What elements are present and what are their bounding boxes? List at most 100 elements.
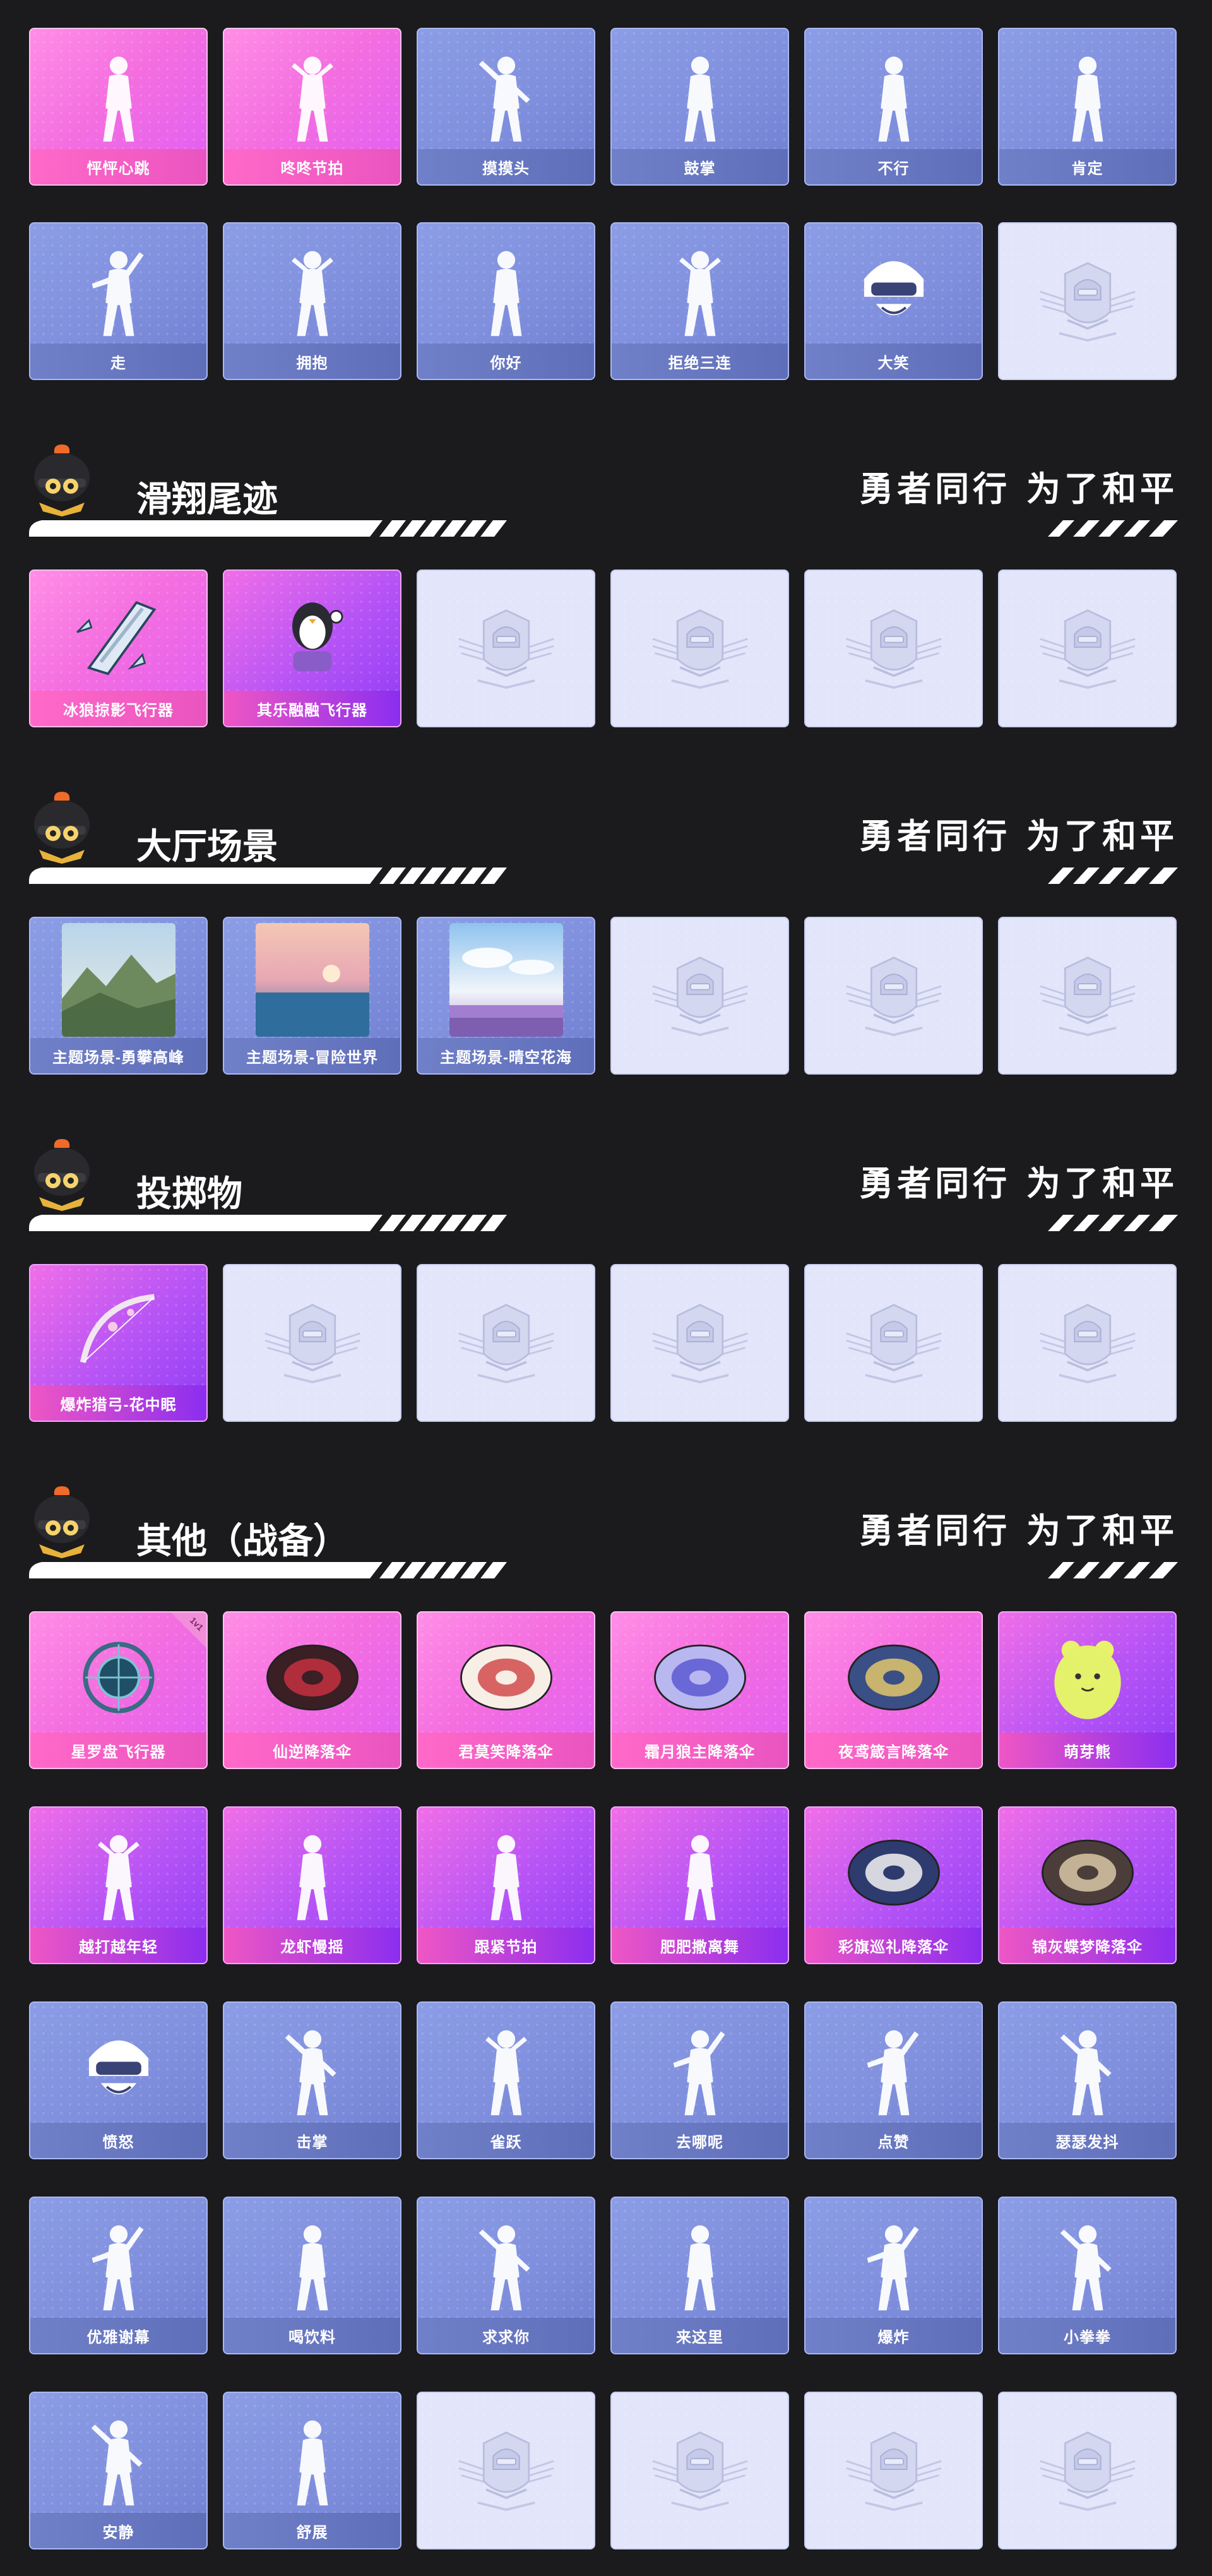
reward-item-card[interactable]: 君莫笑降落伞 xyxy=(417,1611,595,1769)
scene-flower-field-thumbnail xyxy=(449,923,563,1037)
reward-item-card[interactable]: 肯定 xyxy=(998,28,1177,186)
reward-item-card[interactable]: 锦灰蝶梦降落伞 xyxy=(998,1806,1177,1964)
locked-slot[interactable] xyxy=(998,569,1177,727)
reward-item-card[interactable]: 彩旗巡礼降落伞 xyxy=(804,1806,983,1964)
locked-slot[interactable] xyxy=(998,222,1177,380)
emote-heartbeat-dance-icon xyxy=(65,43,172,144)
item-label: 彩旗巡礼降落伞 xyxy=(805,1928,982,1963)
emote-figure xyxy=(867,2030,919,2116)
locked-emblem-icon xyxy=(834,1292,954,1393)
locked-slot[interactable] xyxy=(610,1264,789,1422)
item-label: 拥抱 xyxy=(224,343,400,379)
item-grid: 怦怦心跳 咚咚节拍 摸摸头 鼓掌 不行 肯定 走 拥抱 你好 拒绝三连 大笑 xyxy=(29,28,1178,380)
reward-item-card[interactable]: 拥抱 xyxy=(223,222,401,380)
item-label: 拒绝三连 xyxy=(612,343,788,379)
reward-item-card[interactable]: 小拳拳 xyxy=(998,2197,1177,2354)
emote-shiver-icon xyxy=(1034,2017,1141,2118)
reward-item-card[interactable]: 优雅谢幕 xyxy=(29,2197,208,2354)
emote-bow-icon xyxy=(65,2212,172,2313)
locked-slot[interactable] xyxy=(417,1264,595,1422)
parachute-blue-gold-icon xyxy=(840,1626,948,1727)
emote-figure xyxy=(684,2225,715,2311)
item-label: 安静 xyxy=(30,2513,206,2548)
reward-item-card[interactable]: 雀跃 xyxy=(417,2001,595,2159)
item-label: 跟紧节拍 xyxy=(418,1928,594,1963)
locked-emblem-svg xyxy=(458,2431,554,2511)
reward-item-card[interactable]: 去哪呢 xyxy=(610,2001,789,2159)
locked-emblem-icon xyxy=(834,945,954,1046)
emote-sun-hat-dance-icon xyxy=(646,1822,754,1923)
reward-item-card[interactable]: 主题场景-晴空花海 xyxy=(417,917,595,1075)
locked-slot[interactable] xyxy=(998,1264,1177,1422)
reward-item-card[interactable]: 肥肥撒离舞 xyxy=(610,1806,789,1964)
reward-item-card[interactable]: 咚咚节拍 xyxy=(223,28,401,186)
locked-emblem-icon xyxy=(446,2419,566,2520)
reward-item-card[interactable]: 愤怒 xyxy=(29,2001,208,2159)
reward-item-card[interactable]: 爆炸猎弓-花中眠 xyxy=(29,1264,208,1422)
reward-item-card[interactable]: 拒绝三连 xyxy=(610,222,789,380)
reward-item-card[interactable]: 龙虾慢摇 xyxy=(223,1806,401,1964)
locked-slot[interactable] xyxy=(998,917,1177,1075)
locked-emblem-icon xyxy=(640,945,760,1046)
emote-no-icon xyxy=(840,43,948,144)
item-label: 怦怦心跳 xyxy=(30,149,206,184)
reward-item-card[interactable]: 怦怦心跳 xyxy=(29,28,208,186)
item-label: 锦灰蝶梦降落伞 xyxy=(999,1928,1175,1963)
parachute-frost-wolf-icon-svg xyxy=(653,1644,746,1711)
reward-item-card[interactable]: 大笑 xyxy=(804,222,983,380)
reward-item-card[interactable]: 其乐融融飞行器 xyxy=(223,569,401,727)
reward-item-card[interactable]: 主题场景-勇攀高峰 xyxy=(29,917,208,1075)
reward-item-card[interactable]: 主题场景-冒险世界 xyxy=(223,917,401,1075)
reward-item-card[interactable]: 来这里 xyxy=(610,2197,789,2354)
locked-slot[interactable] xyxy=(417,2392,595,2549)
reward-item-card[interactable]: 击掌 xyxy=(223,2001,401,2159)
section-slogan: 勇者同行 为了和平 xyxy=(859,1164,1178,1203)
reward-item-card[interactable]: 走 xyxy=(29,222,208,380)
reward-item-card[interactable]: 不行 xyxy=(804,28,983,186)
locked-emblem-svg xyxy=(845,1304,942,1383)
reward-item-card[interactable]: 1v1 星罗盘飞行器 xyxy=(29,1611,208,1769)
locked-slot[interactable] xyxy=(804,2392,983,2549)
emote-point-go-icon xyxy=(65,237,172,338)
locked-emblem-icon xyxy=(446,1292,566,1393)
locked-slot[interactable] xyxy=(804,1264,983,1422)
reward-item-card[interactable]: 舒展 xyxy=(223,2392,401,2549)
locked-slot[interactable] xyxy=(223,1264,401,1422)
emote-jump-icon xyxy=(453,2017,560,2118)
locked-emblem-icon xyxy=(640,2419,760,2520)
locked-emblem-icon xyxy=(640,1292,760,1393)
reward-item-card[interactable]: 霜月狼主降落伞 xyxy=(610,1611,789,1769)
underline-bar-svg xyxy=(29,520,507,537)
reward-item-card[interactable]: 冰狼掠影飞行器 xyxy=(29,569,208,727)
locked-slot[interactable] xyxy=(804,569,983,727)
reward-item-card[interactable]: 求求你 xyxy=(417,2197,595,2354)
locked-slot[interactable] xyxy=(610,569,789,727)
locked-slot[interactable] xyxy=(610,917,789,1075)
section-slogan: 勇者同行 为了和平 xyxy=(859,469,1178,509)
section-header: 大厅场景 勇者同行 为了和平 xyxy=(29,789,1178,884)
locked-slot[interactable] xyxy=(610,2392,789,2549)
reward-item-card[interactable]: 萌芽熊 xyxy=(998,1611,1177,1769)
underline-bar-svg xyxy=(29,868,507,884)
item-label: 肯定 xyxy=(999,149,1175,184)
locked-slot[interactable] xyxy=(417,569,595,727)
locked-slot[interactable] xyxy=(804,917,983,1075)
reward-item-card[interactable]: 点赞 xyxy=(804,2001,983,2159)
reward-item-card[interactable]: 越打越年轻 xyxy=(29,1806,208,1964)
reward-item-card[interactable]: 瑟瑟发抖 xyxy=(998,2001,1177,2159)
helmet-mascot-icon xyxy=(29,442,95,516)
reward-item-card[interactable]: 鼓掌 xyxy=(610,28,789,186)
reward-item-card[interactable]: 爆炸 xyxy=(804,2197,983,2354)
reward-item-card[interactable]: 仙逆降落伞 xyxy=(223,1611,401,1769)
reward-item-card[interactable]: 跟紧节拍 xyxy=(417,1806,595,1964)
helmet-mascot-icon xyxy=(29,789,95,864)
ice-wolf-glider-icon xyxy=(65,585,172,686)
title-underline-bar xyxy=(29,861,528,886)
reward-item-card[interactable]: 你好 xyxy=(417,222,595,380)
reward-item-card[interactable]: 摸摸头 xyxy=(417,28,595,186)
locked-slot[interactable] xyxy=(998,2392,1177,2549)
emote-figure xyxy=(478,2225,530,2311)
reward-item-card[interactable]: 喝饮料 xyxy=(223,2197,401,2354)
reward-item-card[interactable]: 安静 xyxy=(29,2392,208,2549)
reward-item-card[interactable]: 夜鸢箴言降落伞 xyxy=(804,1611,983,1769)
